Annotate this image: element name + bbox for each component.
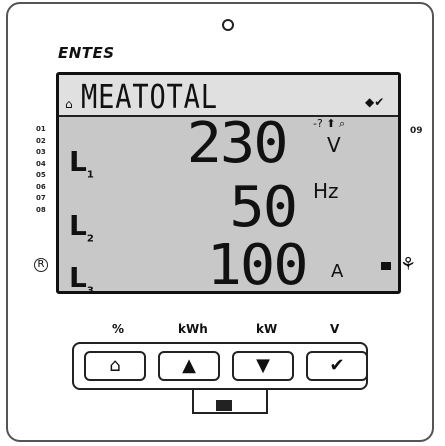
- led-label: 01: [36, 125, 46, 133]
- combo-line-left: [192, 390, 194, 414]
- led-column: 01 02 03 04 05 06 07 08: [36, 124, 50, 216]
- indicator-icons: -? ⬆ ⌕: [313, 117, 346, 130]
- keypad: ⌂ ▲ ▼ ✔: [72, 342, 368, 390]
- value-voltage: 230: [186, 111, 289, 176]
- button-label-v: V: [330, 322, 340, 336]
- lcd-display: ⌂ MEATOTAL ◆✔ L1 230 -? ⬆ ⌕ V L2 50 Hz L…: [56, 72, 401, 298]
- button-label-kw: kW: [256, 322, 278, 336]
- phase-label-l2: L2: [69, 209, 94, 245]
- led-label: 07: [36, 194, 46, 202]
- value-frequency: 50: [229, 175, 298, 240]
- mount-hole: [222, 19, 234, 31]
- unit-hertz: Hz: [313, 179, 339, 203]
- phase-icon: ⚘: [400, 254, 417, 275]
- button-label-kwh: kWh: [178, 322, 208, 336]
- button-label-percent: %: [112, 322, 125, 336]
- status-icons: ◆✔: [365, 95, 385, 109]
- phase-label-l3: L3: [69, 261, 94, 297]
- led-label: 02: [36, 136, 46, 145]
- combo-key-icon: [216, 400, 232, 411]
- value-current: 100: [206, 233, 309, 298]
- ok-button[interactable]: ✔: [306, 351, 368, 381]
- down-button[interactable]: ▼: [232, 351, 294, 381]
- led-label: 05: [36, 171, 46, 179]
- unit-volts: V: [327, 133, 341, 157]
- home-icon: ⌂: [65, 97, 73, 111]
- down-icon: ▼: [256, 355, 270, 376]
- phase-label-l1: L1: [69, 145, 94, 181]
- led-label: 08: [36, 205, 46, 214]
- led-label: 03: [36, 148, 46, 156]
- level-bar: [381, 262, 391, 270]
- button-labels: % kWh kW V: [70, 322, 370, 338]
- up-button[interactable]: ▲: [158, 351, 220, 381]
- up-icon: ▲: [182, 355, 196, 376]
- unit-amps: A: [331, 261, 344, 282]
- combo-line-bottom: [192, 412, 268, 414]
- led-label: 04: [36, 159, 46, 168]
- led-badge: R: [34, 258, 48, 272]
- home-button[interactable]: ⌂: [84, 351, 146, 381]
- home-icon: ⌂: [109, 355, 121, 376]
- brand-logo: ENTES: [58, 44, 115, 62]
- side-mark: 09: [410, 126, 423, 136]
- combo-line-right: [266, 390, 268, 414]
- check-icon: ✔: [329, 355, 345, 376]
- led-label: 06: [36, 182, 46, 191]
